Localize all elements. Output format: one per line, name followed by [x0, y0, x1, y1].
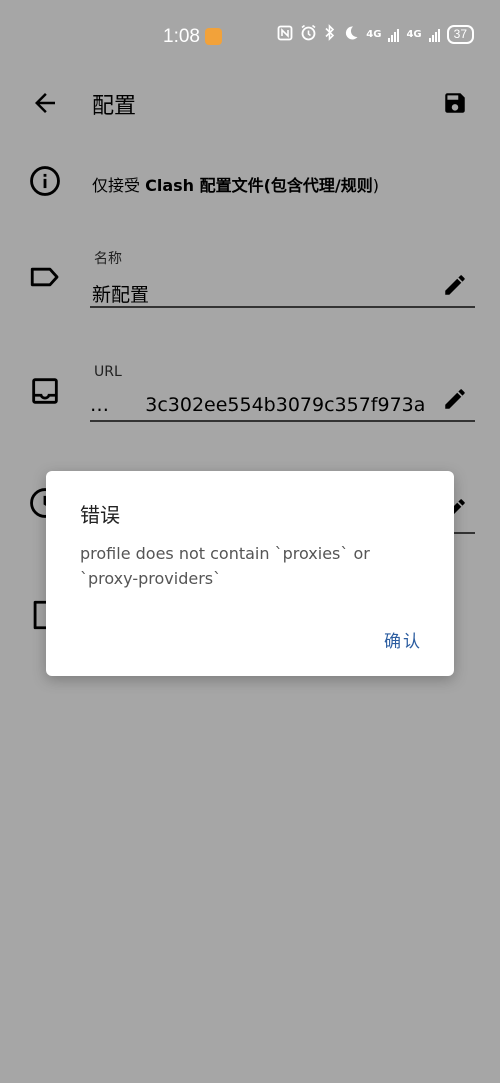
- info-text: 仅接受 Clash 配置文件(包含代理/规则): [92, 176, 380, 195]
- edit-url-pencil-icon[interactable]: [442, 386, 468, 412]
- name-field-row[interactable]: 名称 新配置: [0, 240, 500, 310]
- url-field-label: URL: [94, 364, 122, 380]
- url-field-row[interactable]: URL … 3c302ee554b3079c357f973a: [0, 354, 500, 424]
- status-time: 1:08: [163, 26, 200, 47]
- nfc-icon: [277, 25, 293, 45]
- moon-icon: [343, 25, 359, 45]
- save-icon[interactable]: [442, 90, 468, 116]
- info-row: 仅接受 Clash 配置文件(包含代理/规则): [0, 162, 500, 202]
- battery-indicator: 37: [446, 25, 474, 44]
- signal-strength-icon-2: [428, 28, 440, 42]
- status-bar: 1:08 4G 4G 37: [0, 0, 500, 72]
- page-title: 配置: [92, 94, 137, 119]
- edit-name-pencil-icon[interactable]: [442, 272, 468, 298]
- name-field-underline: [90, 306, 475, 308]
- app-bar: 配置: [0, 80, 500, 128]
- url-field-value[interactable]: … 3c302ee554b3079c357f973a: [90, 394, 425, 416]
- bluetooth-icon: [324, 24, 336, 45]
- dialog-title: 错误: [80, 503, 120, 527]
- url-field-underline: [90, 420, 475, 422]
- alarm-icon: [300, 24, 317, 45]
- name-field-label: 名称: [94, 251, 122, 267]
- network-type-1: 4G: [366, 28, 382, 40]
- info-icon: [28, 164, 62, 198]
- status-icons: 4G 4G 37: [277, 24, 474, 45]
- label-tag-icon: [28, 260, 62, 294]
- name-field-value[interactable]: 新配置: [92, 280, 149, 307]
- back-arrow-icon[interactable]: [30, 88, 60, 118]
- notification-app-icon: [205, 28, 222, 45]
- confirm-button[interactable]: 确认: [384, 627, 422, 652]
- network-type-2: 4G: [406, 28, 422, 40]
- dialog-message: profile does not contain `proxies` or `p…: [80, 544, 370, 588]
- inbox-icon: [28, 374, 62, 408]
- signal-strength-icon: [388, 28, 400, 42]
- error-dialog: 错误 profile does not contain `proxies` or…: [46, 471, 454, 676]
